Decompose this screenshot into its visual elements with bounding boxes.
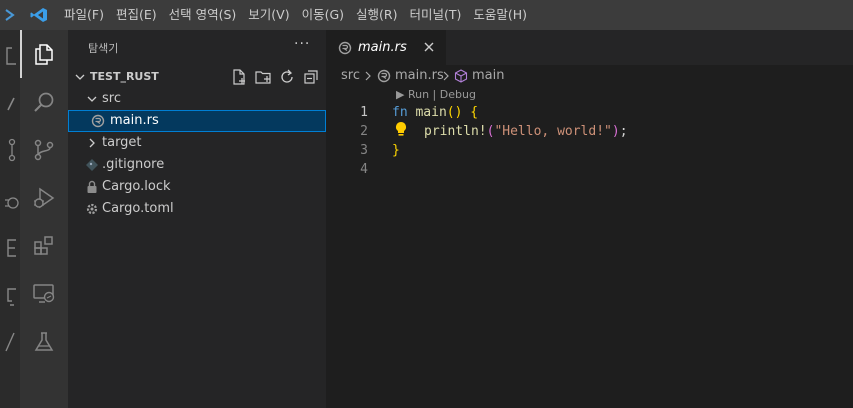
line-number: 1 [360, 105, 368, 120]
keyword-fn: fn [392, 105, 408, 120]
close-paren: ) [611, 124, 620, 139]
tree-item-label: Cargo.toml [102, 201, 174, 216]
new-file-icon[interactable] [230, 68, 248, 86]
lightbulb-icon[interactable] [394, 121, 408, 137]
explorer-actions [230, 68, 320, 86]
chevron-right-icon [443, 71, 449, 81]
menu-terminal[interactable]: 터미널(T) [404, 0, 468, 30]
vscode-logo-ghost-icon [5, 9, 15, 21]
menu-edit[interactable]: 편집(E) [110, 0, 163, 30]
vscode-logo-icon [30, 8, 47, 22]
breadcrumb-symbol[interactable]: main [472, 68, 504, 83]
code-line-3: } [392, 143, 400, 158]
code-line-2: println!("Hello, world!"); [424, 124, 628, 139]
new-folder-icon[interactable] [254, 68, 272, 86]
editor-tab-bar: main.rs [326, 30, 853, 65]
menu-run[interactable]: 실행(R) [350, 0, 403, 30]
function-name: main [415, 105, 447, 120]
tree-item-label: .gitignore [102, 157, 165, 172]
explorer-title: 탐색기 [88, 42, 119, 55]
explorer-more-actions[interactable]: ··· [294, 36, 310, 52]
chevron-right-icon [89, 138, 95, 148]
tree-item-label: main.rs [110, 113, 159, 128]
explorer-sidebar: 탐색기 ··· TEST_RUST src main.rs target .gi… [68, 30, 326, 408]
ghost-remote-icon [7, 288, 16, 306]
line-number: 3 [360, 143, 368, 158]
tree-item-cargo-lock[interactable]: Cargo.lock [68, 176, 326, 198]
chevron-down-icon [87, 96, 97, 102]
ghost-git-icon [8, 138, 16, 162]
menu-file[interactable]: 파일(F) [58, 0, 110, 30]
rust-file-icon [338, 41, 352, 55]
ghost-files-icon [6, 47, 16, 65]
explorer-files-icon[interactable] [32, 42, 56, 66]
search-icon[interactable] [32, 90, 56, 114]
rust-file-icon [377, 69, 391, 83]
breadcrumb-folder[interactable]: src [341, 68, 360, 83]
rust-file-icon [91, 114, 105, 128]
breadcrumb-file[interactable]: main.rs [395, 68, 444, 83]
collapse-all-icon[interactable] [302, 68, 320, 86]
workspace-section-header[interactable]: TEST_RUST [68, 66, 326, 88]
tree-item-target-folder[interactable]: target [68, 132, 326, 154]
tree-item-label: src [102, 91, 121, 106]
menu-selection[interactable]: 선택 영역(S) [163, 0, 243, 30]
symbol-method-cube-icon [454, 69, 468, 83]
ghost-activity-strip [0, 30, 20, 408]
testing-flask-icon[interactable] [32, 330, 56, 354]
lock-icon [87, 180, 97, 193]
string-literal: "Hello, world!" [494, 124, 612, 139]
code-editor[interactable]: ▶ Run | Debug 1 2 3 4 fn main() { printl… [326, 87, 853, 408]
tree-item-cargo-toml[interactable]: Cargo.toml [68, 198, 326, 220]
run-debug-icon[interactable] [32, 186, 56, 210]
menu-bar: 파일(F) 편집(E) 선택 영역(S) 보기(V) 이동(G) 실행(R) 터… [58, 0, 533, 30]
close-brace: } [392, 143, 400, 158]
ghost-testing-icon [5, 332, 15, 352]
ghost-search-icon [7, 97, 15, 111]
menu-go[interactable]: 이동(G) [296, 0, 350, 30]
active-indicator [20, 30, 22, 78]
line-number: 4 [360, 162, 368, 177]
semicolon: ; [619, 124, 628, 139]
paren-pair: () [446, 105, 463, 120]
macro-println: println! [424, 124, 487, 139]
git-diamond-icon [86, 159, 98, 171]
ghost-debug-icon [5, 197, 19, 209]
tree-item-main-rs[interactable]: main.rs [68, 110, 326, 132]
title-bar: 파일(F) 편집(E) 선택 영역(S) 보기(V) 이동(G) 실행(R) 터… [0, 0, 853, 30]
activity-bar [20, 30, 68, 408]
menu-view[interactable]: 보기(V) [242, 0, 295, 30]
ghost-extensions-icon [7, 239, 16, 257]
workspace-name: TEST_RUST [90, 70, 159, 83]
refresh-icon[interactable] [278, 68, 296, 86]
breadcrumb: src main.rs main [326, 65, 853, 87]
menu-help[interactable]: 도움말(H) [467, 0, 533, 30]
close-icon[interactable] [423, 41, 435, 53]
line-number: 2 [360, 124, 368, 139]
open-brace: { [470, 105, 479, 120]
tab-label: main.rs [358, 40, 407, 55]
tree-item-gitignore[interactable]: .gitignore [68, 154, 326, 176]
tab-main-rs[interactable]: main.rs [326, 30, 446, 65]
remote-explorer-icon[interactable] [32, 282, 56, 306]
tree-item-src-folder[interactable]: src [68, 88, 326, 110]
codelens-run-debug[interactable]: ▶ Run | Debug [396, 88, 476, 101]
chevron-right-icon [365, 71, 371, 81]
code-line-1: fn main() { [392, 105, 478, 120]
tree-item-label: target [102, 135, 142, 150]
chevron-down-icon [75, 74, 85, 80]
extensions-icon[interactable] [32, 234, 56, 258]
gear-icon [86, 203, 98, 215]
source-control-icon[interactable] [32, 138, 56, 162]
tree-item-label: Cargo.lock [102, 179, 171, 194]
